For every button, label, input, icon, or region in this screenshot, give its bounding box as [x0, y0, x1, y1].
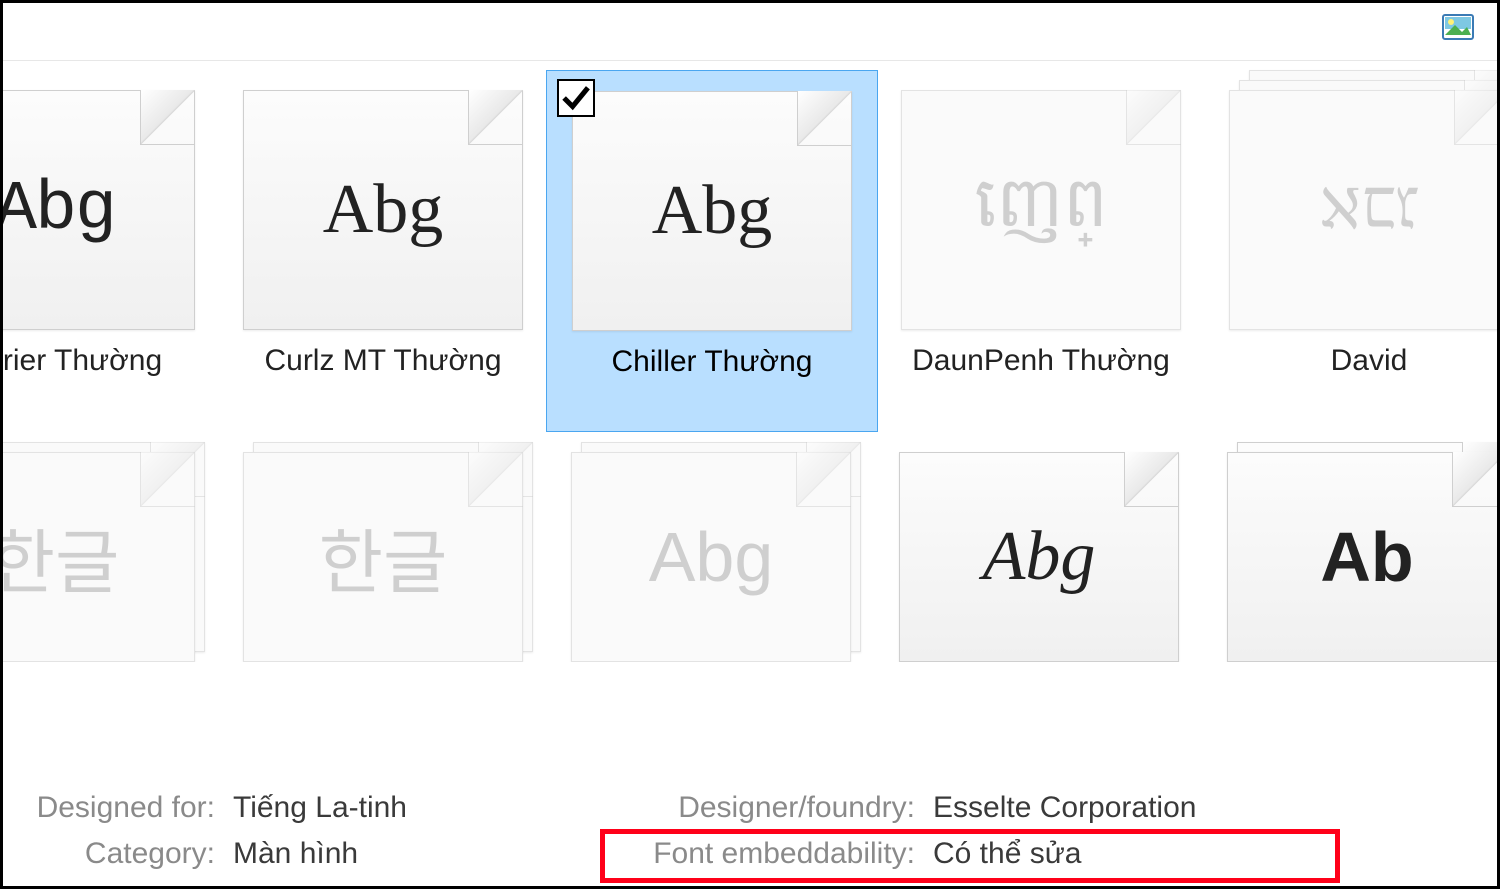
font-swatch: Abg: [899, 452, 1179, 662]
font-item[interactable]: Ab: [1202, 432, 1500, 662]
font-sample: Abg: [0, 90, 195, 330]
font-row: 한글 한글 Abg Abg: [0, 432, 1500, 662]
detail-value: Màn hình: [233, 837, 358, 871]
font-grid: Abg Courier Thường Abg Curlz MT Thường A…: [0, 70, 1500, 662]
font-row: Abg Courier Thường Abg Curlz MT Thường A…: [0, 70, 1500, 432]
font-sample: 한글: [0, 452, 195, 662]
font-item[interactable]: Abg: [546, 432, 876, 662]
font-label: Curlz MT Thường: [264, 344, 501, 379]
check-icon[interactable]: [557, 79, 595, 117]
toolbar: [0, 0, 1500, 61]
font-item[interactable]: 한글: [218, 432, 548, 662]
font-label: DaunPenh Thường: [912, 344, 1170, 379]
font-swatch: 한글: [243, 452, 523, 662]
detail-designed-for: Designed for: Tiếng La-tinh: [10, 791, 407, 825]
font-label: David: [1331, 344, 1408, 379]
font-swatch: Ab: [1227, 452, 1500, 662]
font-swatch: 한글: [0, 452, 195, 662]
detail-label: Category:: [10, 837, 215, 871]
detail-label: Designer/foundry:: [610, 791, 915, 825]
font-swatch: Abg: [243, 90, 523, 330]
font-swatch: Abg: [571, 452, 851, 662]
detail-embeddability: Font embeddability: Có thể sửa: [610, 837, 1082, 871]
font-swatch: אבג: [1229, 90, 1500, 330]
font-swatch: ញេព្: [901, 90, 1181, 330]
font-label: Chiller Thường: [612, 345, 813, 380]
detail-value: Esselte Corporation: [933, 791, 1196, 825]
font-sample: ញេព្: [901, 90, 1181, 330]
detail-value: Tiếng La-tinh: [233, 791, 407, 825]
font-item-daunpenh[interactable]: ញេព្ DaunPenh Thường: [876, 70, 1206, 430]
font-item-curlz[interactable]: Abg Curlz MT Thường: [218, 70, 548, 430]
font-item-courier[interactable]: Abg Courier Thường: [0, 70, 220, 430]
details-pane: Designed for: Tiếng La-tinh Category: Mà…: [0, 779, 1500, 889]
font-sample: Ab: [1227, 452, 1500, 662]
detail-label: Designed for:: [10, 791, 215, 825]
font-sample: אבג: [1229, 90, 1500, 330]
font-item-chiller[interactable]: Abg Chiller Thường: [546, 70, 878, 432]
font-sample: 한글: [243, 452, 523, 662]
font-item-david[interactable]: אבג David: [1204, 70, 1500, 430]
font-sample: Abg: [243, 90, 523, 330]
font-sample: Abg: [899, 452, 1179, 662]
font-item[interactable]: Abg: [874, 432, 1204, 662]
detail-label: Font embeddability:: [610, 837, 915, 871]
font-label: Courier Thường: [0, 344, 162, 379]
detail-value: Có thể sửa: [933, 837, 1082, 871]
font-item[interactable]: 한글: [0, 432, 220, 662]
detail-category: Category: Màn hình: [10, 837, 358, 871]
detail-foundry: Designer/foundry: Esselte Corporation: [610, 791, 1196, 825]
font-swatch: Abg: [0, 90, 195, 330]
picture-icon[interactable]: [1442, 14, 1474, 40]
font-sample: Abg: [572, 91, 852, 331]
font-swatch: Abg: [572, 91, 852, 331]
font-sample: Abg: [571, 452, 851, 662]
